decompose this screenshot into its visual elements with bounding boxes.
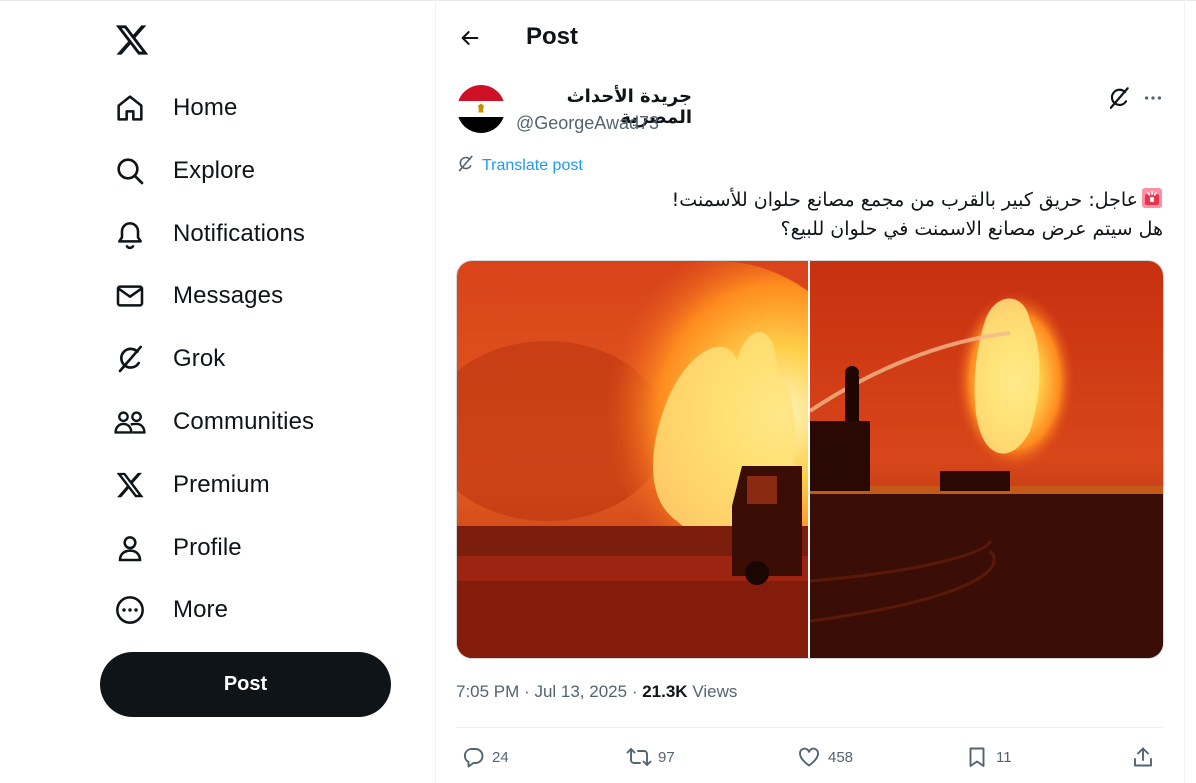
home-icon: [112, 90, 148, 126]
share-button[interactable]: [1128, 742, 1158, 772]
post-text: عاجل: حريق كبير بالقرب من مجمع مصانع حلو…: [456, 186, 1163, 244]
person-icon: [112, 530, 148, 566]
bell-icon: [112, 216, 148, 252]
post-detail-column: Post جريدة الأحداث المصرية @GeorgeAwad73…: [435, 0, 1185, 783]
nav-communities[interactable]: Communities: [112, 397, 314, 447]
nav-more[interactable]: More: [112, 585, 228, 635]
post-text-line-1: عاجل: حريق كبير بالقرب من مجمع مصانع حلو…: [456, 186, 1163, 215]
nav-grok-label: Grok: [173, 345, 226, 372]
back-arrow-icon[interactable]: [454, 22, 486, 54]
meta-separator: ·: [631, 682, 643, 701]
nav-explore-label: Explore: [173, 157, 256, 184]
repost-count: 97: [658, 748, 675, 766]
nav-profile[interactable]: Profile: [112, 523, 242, 573]
like-button[interactable]: 458: [794, 742, 853, 772]
reply-button[interactable]: 24: [458, 742, 509, 772]
nav-notifications[interactable]: Notifications: [112, 209, 305, 259]
nav-more-label: More: [173, 596, 229, 623]
page-title: Post: [526, 23, 579, 50]
translate-post-link[interactable]: Translate post: [456, 154, 583, 178]
post-text-line-2: هل سيتم عرض مصانع الاسمنت في حلوان للبيع…: [780, 218, 1163, 240]
reply-count: 24: [492, 748, 509, 766]
more-circle-icon: [112, 592, 148, 628]
meta-separator: ·: [524, 682, 535, 701]
post-media: [456, 260, 1164, 659]
nav-home-label: Home: [173, 94, 238, 121]
siren-emoji-icon: [1141, 187, 1163, 209]
envelope-icon: [112, 278, 148, 314]
x-icon: [112, 467, 148, 503]
compose-post-button[interactable]: Post: [100, 652, 391, 717]
post-meta: 7:05 PM · Jul 13, 2025 · 21.3K Views: [456, 682, 737, 702]
views-count: 21.3K: [642, 682, 688, 701]
left-sidebar: Home Explore Notifications Messages Grok…: [0, 0, 435, 783]
nav-messages-label: Messages: [173, 282, 284, 309]
nav-premium[interactable]: Premium: [112, 460, 270, 510]
author-handle[interactable]: @GeorgeAwad73: [516, 113, 659, 134]
bookmark-icon: [962, 742, 992, 772]
heart-icon: [794, 742, 824, 772]
post-date[interactable]: Jul 13, 2025: [534, 682, 627, 701]
actions-divider: [456, 727, 1164, 728]
views-label: Views: [692, 682, 738, 701]
grok-icon: [112, 341, 148, 377]
nav-home[interactable]: Home: [112, 83, 237, 133]
post-image-1[interactable]: [457, 261, 877, 658]
bookmark-count: 11: [996, 748, 1012, 766]
translate-post-label: Translate post: [482, 157, 583, 174]
nav-premium-label: Premium: [173, 471, 270, 498]
grok-icon[interactable]: [1106, 85, 1132, 111]
nav-messages[interactable]: Messages: [112, 271, 283, 321]
search-icon: [112, 153, 148, 189]
like-count: 458: [828, 748, 854, 766]
nav-communities-label: Communities: [173, 408, 315, 435]
reply-icon: [458, 742, 488, 772]
post-image-2[interactable]: [808, 261, 1163, 658]
nav-grok[interactable]: Grok: [112, 334, 225, 384]
nav-explore[interactable]: Explore: [112, 146, 255, 196]
grok-translate-icon: [456, 154, 475, 178]
repost-icon: [624, 742, 654, 772]
nav-notifications-label: Notifications: [173, 220, 306, 247]
post-time[interactable]: 7:05 PM: [456, 682, 519, 701]
scrollbar-track[interactable]: [1185, 4, 1196, 783]
more-options-icon[interactable]: [1140, 85, 1166, 111]
x-logo-icon[interactable]: [114, 22, 150, 58]
author-avatar[interactable]: [457, 85, 505, 133]
people-icon: [112, 404, 148, 440]
post-text-line-1-content: عاجل: حريق كبير بالقرب من مجمع مصانع حلو…: [671, 189, 1138, 211]
repost-button[interactable]: 97: [624, 742, 675, 772]
share-icon: [1128, 742, 1158, 772]
nav-profile-label: Profile: [173, 534, 242, 561]
bookmark-button[interactable]: 11: [962, 742, 1012, 772]
